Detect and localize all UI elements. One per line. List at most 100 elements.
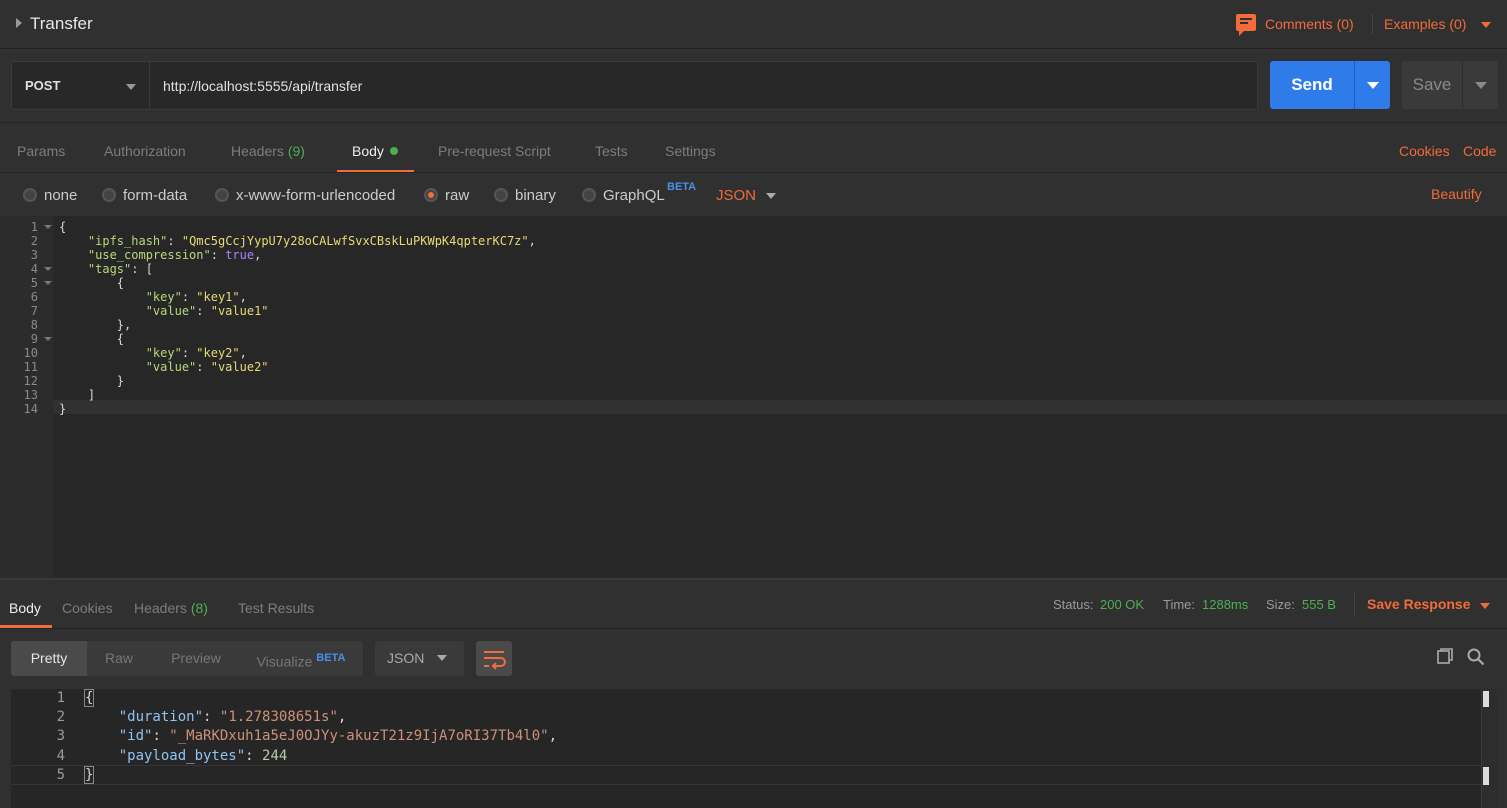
chevron-down-icon[interactable] bbox=[766, 193, 776, 199]
code-link[interactable]: Code bbox=[1463, 143, 1496, 159]
code-line: "value": "value2" bbox=[145, 360, 269, 374]
code-line: { bbox=[59, 332, 125, 346]
radio-raw[interactable] bbox=[424, 188, 438, 202]
view-visualize-button[interactable]: Visualize BETA bbox=[241, 641, 361, 676]
radio-urlencoded-label[interactable]: x-www-form-urlencoded bbox=[236, 187, 395, 204]
response-tab-headers[interactable]: Headers (8) bbox=[134, 600, 208, 616]
view-pretty-button[interactable]: Pretty bbox=[11, 641, 87, 676]
radio-form-data[interactable] bbox=[102, 188, 116, 202]
code-line: ] bbox=[59, 388, 96, 402]
url-input[interactable]: http://localhost:5555/api/transfer bbox=[150, 61, 1258, 110]
size-value[interactable]: 555 B bbox=[1302, 597, 1336, 612]
line-number: 4 bbox=[56, 748, 65, 764]
line-number: 8 bbox=[30, 318, 38, 332]
fold-arrow-icon[interactable] bbox=[44, 267, 52, 271]
active-line-highlight bbox=[11, 765, 1481, 785]
status-label: Status: bbox=[1053, 597, 1094, 612]
send-button[interactable]: Send bbox=[1270, 61, 1354, 109]
line-number-gutter: 1 2 3 4 5 6 7 8 9 10 11 12 13 14 bbox=[0, 216, 54, 578]
code-line: } bbox=[59, 374, 125, 388]
response-format-select[interactable]: JSON bbox=[375, 641, 464, 676]
time-value[interactable]: 1288ms bbox=[1202, 597, 1248, 612]
payload-bytes-value: 244 bbox=[262, 748, 288, 764]
tab-prerequest-script[interactable]: Pre-request Script bbox=[438, 143, 551, 159]
response-tab-body[interactable]: Body bbox=[9, 600, 41, 616]
view-preview-button[interactable]: Preview bbox=[151, 641, 241, 676]
radio-urlencoded[interactable] bbox=[215, 188, 229, 202]
send-dropdown-button[interactable] bbox=[1354, 61, 1390, 109]
line-number: 2 bbox=[30, 234, 38, 248]
size-label: Size: bbox=[1266, 597, 1295, 612]
wrap-icon bbox=[484, 651, 506, 670]
radio-graphql-label[interactable]: GraphQL bbox=[603, 187, 665, 204]
response-tab-cookies[interactable]: Cookies bbox=[62, 600, 113, 616]
response-tabs: Body Cookies Headers (8) Test Results St… bbox=[0, 580, 1507, 629]
method-select[interactable]: POST bbox=[11, 61, 150, 110]
chevron-down-icon bbox=[126, 84, 136, 90]
chevron-down-icon[interactable] bbox=[1480, 603, 1490, 609]
line-number: 1 bbox=[56, 690, 65, 706]
request-body-editor[interactable]: 1 2 3 4 5 6 7 8 9 10 11 12 13 14 { "ipfs_hash": "Qmc5… bbox=[0, 216, 1507, 578]
beautify-link[interactable]: Beautify bbox=[1431, 186, 1482, 202]
tab-authorization[interactable]: Authorization bbox=[104, 143, 186, 159]
radio-binary-label[interactable]: binary bbox=[515, 187, 556, 204]
tab-body[interactable]: Body bbox=[352, 143, 398, 159]
line-number: 3 bbox=[30, 248, 38, 262]
method-value: POST bbox=[25, 78, 61, 93]
search-icon[interactable] bbox=[1467, 648, 1485, 666]
radio-graphql[interactable] bbox=[582, 188, 596, 202]
line-number: 9 bbox=[30, 332, 38, 346]
line-number: 3 bbox=[56, 728, 65, 744]
code-line: { bbox=[83, 689, 95, 707]
collapse-caret-icon[interactable] bbox=[16, 18, 22, 28]
visualize-label: Visualize bbox=[256, 653, 313, 670]
line-number: 5 bbox=[56, 767, 65, 783]
request-title[interactable]: Transfer bbox=[30, 14, 93, 34]
examples-link[interactable]: Examples (0) bbox=[1384, 16, 1466, 32]
copy-icon[interactable] bbox=[1437, 648, 1453, 664]
code-line: } bbox=[83, 766, 95, 784]
cookies-link[interactable]: Cookies bbox=[1399, 143, 1450, 159]
save-button[interactable]: Save bbox=[1402, 61, 1462, 109]
code-line: "key": "key1", bbox=[145, 290, 247, 304]
fold-arrow-icon[interactable] bbox=[44, 225, 52, 229]
chevron-down-icon[interactable] bbox=[437, 655, 447, 661]
save-response-button[interactable]: Save Response bbox=[1367, 596, 1471, 612]
radio-none-label[interactable]: none bbox=[44, 187, 77, 204]
radio-raw-label[interactable]: raw bbox=[445, 187, 469, 204]
line-number: 13 bbox=[23, 388, 38, 402]
save-dropdown-button[interactable] bbox=[1462, 61, 1498, 109]
tab-params[interactable]: Params bbox=[17, 143, 65, 159]
response-tab-test-results[interactable]: Test Results bbox=[238, 600, 314, 616]
radio-binary[interactable] bbox=[494, 188, 508, 202]
radio-none[interactable] bbox=[23, 188, 37, 202]
beta-badge: BETA bbox=[316, 652, 346, 664]
comments-icon[interactable] bbox=[1236, 14, 1256, 36]
response-divider bbox=[1354, 592, 1355, 616]
body-format-select[interactable]: JSON bbox=[716, 187, 756, 204]
view-raw-button[interactable]: Raw bbox=[87, 641, 151, 676]
code-line: "key": "key2", bbox=[145, 346, 247, 360]
beta-badge: BETA bbox=[667, 181, 697, 193]
comments-link[interactable]: Comments (0) bbox=[1265, 16, 1354, 32]
line-number: 14 bbox=[23, 402, 38, 416]
response-body-viewer[interactable]: 1 2 3 4 5 { "duration": "1.278308651s", … bbox=[11, 689, 1497, 808]
code-line: "use_compression": true, bbox=[87, 248, 262, 262]
time-label: Time: bbox=[1163, 597, 1196, 612]
chevron-down-icon[interactable] bbox=[1481, 22, 1491, 28]
radio-form-data-label[interactable]: form-data bbox=[123, 187, 187, 204]
wrap-lines-button[interactable] bbox=[476, 641, 512, 676]
line-number: 1 bbox=[30, 220, 38, 234]
line-number: 2 bbox=[56, 709, 65, 725]
line-number: 6 bbox=[30, 290, 38, 304]
tab-tests[interactable]: Tests bbox=[595, 143, 628, 159]
line-number: 12 bbox=[23, 374, 38, 388]
fold-arrow-icon[interactable] bbox=[44, 337, 52, 341]
code-line: "payload_bytes": 244 bbox=[118, 748, 288, 764]
tab-headers[interactable]: Headers (9) bbox=[231, 143, 305, 159]
tab-settings[interactable]: Settings bbox=[665, 143, 716, 159]
header-divider bbox=[1372, 14, 1373, 34]
scrollbar-thumb[interactable] bbox=[1483, 691, 1489, 707]
fold-arrow-icon[interactable] bbox=[44, 281, 52, 285]
status-value[interactable]: 200 OK bbox=[1100, 597, 1144, 612]
